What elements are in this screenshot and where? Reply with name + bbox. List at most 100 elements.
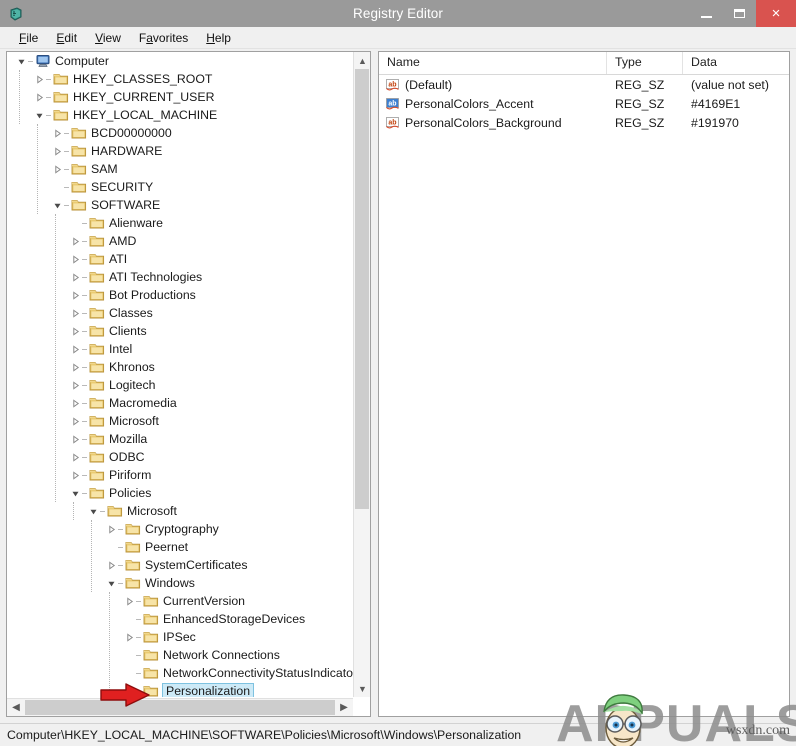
tree-node[interactable]: Cryptography [7,520,353,538]
tree-expander-open-icon[interactable] [33,106,46,124]
tree-node[interactable]: ATI [7,250,353,268]
tree-node[interactable]: SECURITY [7,178,353,196]
tree-node[interactable]: AMD [7,232,353,250]
folder-icon [89,270,105,284]
tree-node[interactable]: HKEY_LOCAL_MACHINE [7,106,353,124]
tree-node[interactable]: HARDWARE [7,142,353,160]
tree-node[interactable]: Logitech [7,376,353,394]
tree-node[interactable]: BCD00000000 [7,124,353,142]
tree-node[interactable]: Bot Productions [7,286,353,304]
tree-expander-open-icon[interactable] [69,484,82,502]
tree-vertical-scroll-thumb[interactable] [355,69,369,509]
tree-node[interactable]: SystemCertificates [7,556,353,574]
tree-node[interactable]: Policies [7,484,353,502]
tree-expander-closed-icon[interactable] [69,322,82,340]
tree-node[interactable]: Microsoft [7,502,353,520]
tree-node[interactable]: Computer [7,52,353,70]
tree-node[interactable]: Classes [7,304,353,322]
tree-expander-closed-icon[interactable] [105,556,118,574]
tree-expander-closed-icon[interactable] [33,88,46,106]
tree-node[interactable]: Intel [7,340,353,358]
tree-horizontal-scroll-thumb[interactable] [25,700,335,715]
menu-item-file[interactable]: File [10,29,47,47]
minimize-button[interactable] [690,0,723,27]
menu-item-favorites[interactable]: Favorites [130,29,197,47]
tree-expander-open-icon[interactable] [15,52,28,70]
tree-expander-closed-icon[interactable] [69,304,82,322]
tree-node[interactable]: Windows [7,574,353,592]
tree-expander-closed-icon[interactable] [33,70,46,88]
window-title: Registry Editor [352,6,444,21]
tree-node[interactable]: Network Connections [7,646,353,664]
tree-expander-closed-icon[interactable] [69,376,82,394]
tree-vertical-scrollbar[interactable]: ▲ ▼ [353,52,370,697]
scroll-left-icon[interactable]: ◀ [7,699,25,716]
scroll-up-icon[interactable]: ▲ [354,52,371,69]
tree-connector-line [82,448,89,466]
scroll-right-icon[interactable]: ▶ [335,699,353,716]
tree-expander-closed-icon[interactable] [69,430,82,448]
value-row[interactable]: ab (Default) REG_SZ (value not set) [379,75,789,94]
column-header-data[interactable]: Data [683,52,789,74]
tree-node[interactable]: ODBC [7,448,353,466]
tree-expander-open-icon[interactable] [105,574,118,592]
tree-node[interactable]: Peernet [7,538,353,556]
tree-expander-open-icon[interactable] [51,196,64,214]
tree-expander-closed-icon[interactable] [51,160,64,178]
tree-node[interactable]: CurrentVersion [7,592,353,610]
column-header-type[interactable]: Type [607,52,683,74]
tree-node[interactable]: EnhancedStorageDevices [7,610,353,628]
tree-expander-closed-icon[interactable] [123,592,136,610]
tree-expander-closed-icon[interactable] [51,124,64,142]
tree-node[interactable]: HKEY_CLASSES_ROOT [7,70,353,88]
tree-node[interactable]: NetworkConnectivityStatusIndicator [7,664,353,682]
tree-node[interactable]: IPSec [7,628,353,646]
menu-item-edit[interactable]: Edit [47,29,86,47]
tree-node[interactable]: Alienware [7,214,353,232]
tree-node[interactable]: Microsoft [7,412,353,430]
tree-expander-closed-icon[interactable] [69,286,82,304]
folder-icon [125,558,141,572]
tree-expander-closed-icon[interactable] [69,466,82,484]
column-header-name[interactable]: Name [379,52,607,74]
tree-expander-open-icon[interactable] [87,502,100,520]
scroll-down-icon[interactable]: ▼ [354,680,371,697]
menu-item-view[interactable]: View [86,29,130,47]
tree-horizontal-scrollbar[interactable]: ◀ ▶ [7,698,353,716]
tree-node[interactable]: HKEY_CURRENT_USER [7,88,353,106]
tree-expander-closed-icon[interactable] [69,412,82,430]
tree-node[interactable]: SOFTWARE [7,196,353,214]
tree-expander-closed-icon[interactable] [51,142,64,160]
maximize-button[interactable] [723,0,756,27]
tree-expander-closed-icon[interactable] [123,628,136,646]
tree-node[interactable]: Piriform [7,466,353,484]
tree-node[interactable]: Macromedia [7,394,353,412]
tree-guide-line [55,214,56,502]
tree-connector-line [82,484,89,502]
folder-icon [71,162,87,176]
tree-node[interactable]: Mozilla [7,430,353,448]
tree-node-selected[interactable]: Personalization [7,682,353,697]
title-bar: Registry Editor × [0,0,796,27]
tree-expander-closed-icon[interactable] [69,394,82,412]
computer-icon [35,54,51,68]
registry-tree[interactable]: Computer HKEY_CLASSES_ROOT HKEY_CURRENT_US… [7,52,353,697]
tree-expander-closed-icon[interactable] [105,520,118,538]
tree-node[interactable]: SAM [7,160,353,178]
value-name-text: (Default) [405,77,453,92]
close-button[interactable]: × [756,0,796,27]
tree-expander-closed-icon[interactable] [69,448,82,466]
tree-expander-closed-icon[interactable] [69,250,82,268]
folder-icon [53,72,69,86]
value-row[interactable]: ab PersonalColors_Background REG_SZ #191970 [379,113,789,132]
tree-expander-closed-icon[interactable] [69,340,82,358]
value-row[interactable]: ab PersonalColors_Accent REG_SZ #4169E1 [379,94,789,113]
tree-expander-closed-icon[interactable] [69,232,82,250]
tree-node[interactable]: Khronos [7,358,353,376]
values-list[interactable]: ab (Default) REG_SZ (value not set) ab Person… [379,75,789,132]
tree-expander-closed-icon[interactable] [69,268,82,286]
tree-expander-closed-icon[interactable] [69,358,82,376]
tree-node[interactable]: Clients [7,322,353,340]
tree-node[interactable]: ATI Technologies [7,268,353,286]
menu-item-help[interactable]: Help [197,29,240,47]
